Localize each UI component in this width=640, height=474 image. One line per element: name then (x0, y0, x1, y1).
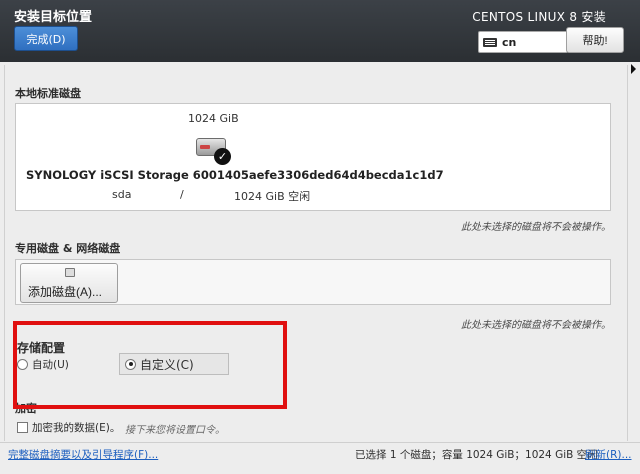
footer-bar: 完整磁盘摘要以及引导程序(F)... 已选择 1 个磁盘；容量 1024 GiB… (0, 442, 640, 474)
encrypt-checkbox-label: 加密我的数据(E)。 (32, 422, 121, 434)
disk-device: sda (112, 188, 132, 201)
network-disks-hint: 此处未选择的磁盘将不会被操作。 (461, 320, 611, 331)
add-disk-button[interactable]: 添加磁盘(A)... (20, 263, 118, 303)
main-content: 本地标准磁盘 1024 GiB ✓ SYNOLOGY iSCSI Storage… (0, 62, 640, 442)
product-title: CENTOS LINUX 8 安装 (472, 10, 606, 24)
keyboard-icon (483, 37, 497, 47)
radio-automatic-label: 自动(U) (32, 359, 69, 371)
encrypt-checkbox-row[interactable]: 加密我的数据(E)。 (17, 420, 120, 435)
add-disk-label: 添加磁盘(A)... (28, 285, 102, 299)
keyboard-layout-value: cn (502, 35, 517, 49)
keyboard-layout-indicator[interactable]: cn (478, 31, 568, 53)
encryption-note: 接下来您将设置口令。 (125, 425, 225, 436)
encryption-title: 加密 (15, 402, 37, 415)
pointer-arrow-icon (631, 64, 636, 74)
add-disk-icon (65, 268, 75, 277)
radio-custom-indicator[interactable] (125, 358, 136, 370)
refresh-link[interactable]: 刷新(R)... (585, 447, 632, 462)
network-disk-panel: 添加磁盘(A)... (15, 259, 611, 305)
radio-custom[interactable]: 自定义(C) (119, 353, 229, 375)
help-button[interactable]: 帮助! (566, 27, 624, 53)
disk-free-space: 1024 GiB 空闲 (234, 190, 311, 203)
network-disks-label: 专用磁盘 & 网络磁盘 (15, 242, 121, 255)
scroll-region: 本地标准磁盘 1024 GiB ✓ SYNOLOGY iSCSI Storage… (4, 65, 628, 441)
radio-custom-label: 自定义(C) (140, 357, 194, 372)
page-title: 安装目标位置 (14, 10, 93, 25)
storage-config-title: 存储配置 (17, 341, 66, 355)
radio-automatic[interactable]: 自动(U) (17, 357, 69, 372)
radio-automatic-indicator[interactable] (17, 359, 28, 370)
disk-name[interactable]: SYNOLOGY iSCSI Storage 6001405aefe3306de… (26, 168, 444, 182)
selection-status: 已选择 1 个磁盘；容量 1024 GiB；1024 GiB 空闲 (355, 449, 598, 461)
done-button[interactable]: 完成(D) (14, 26, 78, 51)
encrypt-checkbox[interactable] (17, 422, 28, 433)
disk-summary-link[interactable]: 完整磁盘摘要以及引导程序(F)... (8, 447, 158, 462)
header-bar: 安装目标位置 完成(D) CENTOS LINUX 8 安装 cn 帮助! (0, 0, 640, 62)
local-disk-panel: 1024 GiB ✓ SYNOLOGY iSCSI Storage 600140… (15, 103, 611, 211)
local-disks-label: 本地标准磁盘 (15, 87, 81, 100)
disk-separator: / (180, 188, 184, 201)
check-icon: ✓ (214, 148, 231, 165)
local-disks-hint: 此处未选择的磁盘将不会被操作。 (461, 222, 611, 233)
disk-size: 1024 GiB (188, 112, 239, 125)
